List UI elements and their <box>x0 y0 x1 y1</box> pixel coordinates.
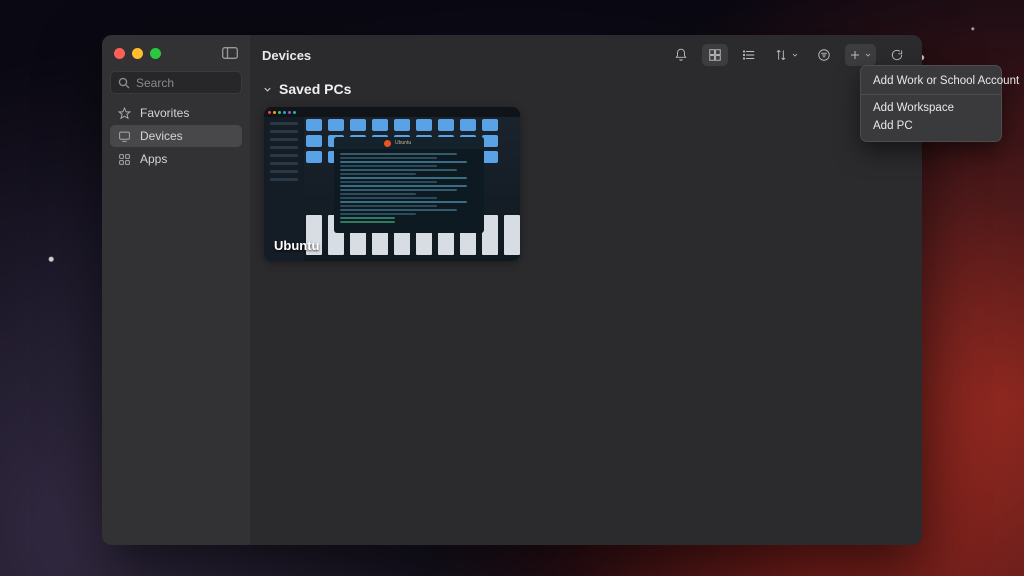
toggle-sidebar-icon[interactable] <box>222 47 238 59</box>
sidebar-item-label: Favorites <box>140 106 189 120</box>
star-icon <box>118 107 132 120</box>
display-icon <box>118 130 132 143</box>
menu-item-add-pc[interactable]: Add PC <box>861 117 1001 135</box>
sidebar-item-apps[interactable]: Apps <box>110 148 242 170</box>
filter-icon <box>817 48 831 62</box>
notifications-button[interactable] <box>668 44 694 66</box>
filter-button[interactable] <box>811 44 837 66</box>
list-icon <box>742 48 756 62</box>
zoom-window-button[interactable] <box>150 48 161 59</box>
toolbar: Devices <box>250 35 922 75</box>
sidebar-item-label: Devices <box>140 129 183 143</box>
traffic-lights[interactable] <box>114 48 161 59</box>
chevron-down-icon <box>864 51 872 59</box>
view-grid-button[interactable] <box>702 44 728 66</box>
saved-pc-card[interactable]: Ubuntu Ubuntu <box>264 107 520 261</box>
pc-name: Ubuntu <box>274 238 319 253</box>
section-header[interactable]: Saved PCs <box>262 81 908 97</box>
sidebar-item-favorites[interactable]: Favorites <box>110 102 242 124</box>
search-icon <box>118 77 130 89</box>
main-pane: Devices <box>250 35 922 545</box>
add-menu: Add Work or School Account Add Workspace… <box>860 65 1002 142</box>
refresh-button[interactable] <box>884 44 910 66</box>
content-area: Saved PCs Ubuntu <box>250 75 922 545</box>
plus-icon <box>849 49 861 61</box>
menu-item-add-workspace[interactable]: Add Workspace <box>861 99 1001 117</box>
saved-pc-grid: Ubuntu Ubuntu <box>264 107 908 261</box>
menu-separator <box>861 94 1001 95</box>
chevron-down-icon <box>791 51 799 59</box>
chevron-down-icon <box>262 84 273 95</box>
grid-icon <box>708 48 722 62</box>
window-controls <box>110 43 242 65</box>
bell-icon <box>674 48 688 62</box>
search-input[interactable] <box>136 76 234 90</box>
search-field[interactable] <box>110 71 242 94</box>
sort-button[interactable] <box>770 44 803 66</box>
menu-item-add-account[interactable]: Add Work or School Account <box>861 72 1001 90</box>
app-window: Favorites Devices Apps Devices <box>102 35 922 545</box>
view-list-button[interactable] <box>736 44 762 66</box>
sidebar: Favorites Devices Apps <box>102 35 250 545</box>
add-button[interactable] <box>845 44 876 66</box>
sidebar-item-label: Apps <box>140 152 167 166</box>
section-title: Saved PCs <box>279 81 351 97</box>
sidebar-item-devices[interactable]: Devices <box>110 125 242 147</box>
page-title: Devices <box>262 48 311 63</box>
minimize-window-button[interactable] <box>132 48 143 59</box>
sort-icon <box>774 48 788 62</box>
close-window-button[interactable] <box>114 48 125 59</box>
apps-grid-icon <box>118 153 132 166</box>
refresh-icon <box>890 48 904 62</box>
sidebar-nav: Favorites Devices Apps <box>110 102 242 170</box>
